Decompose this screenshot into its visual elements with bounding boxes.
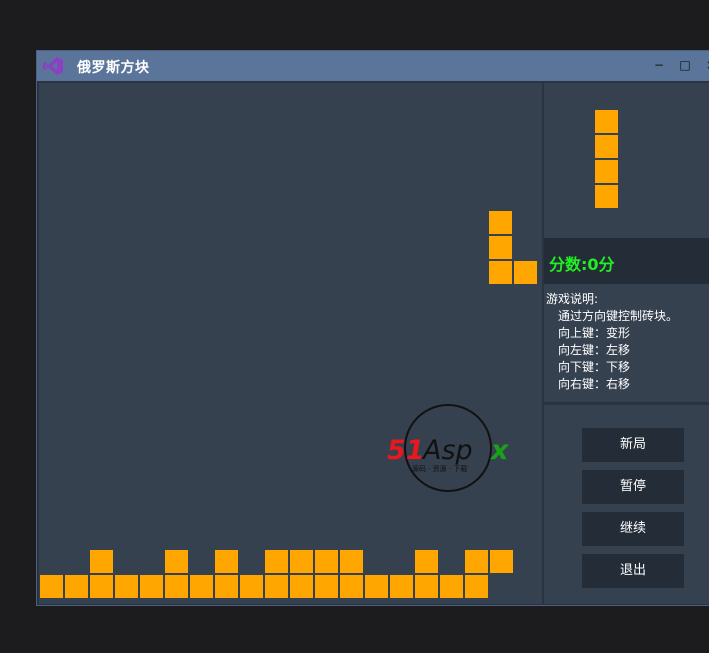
block-cell <box>290 550 313 573</box>
close-button[interactable]: × <box>701 55 709 75</box>
maximize-button[interactable]: □ <box>675 55 695 75</box>
new-game-button[interactable]: 新局 <box>582 428 684 462</box>
block-cell <box>340 550 363 573</box>
visual-studio-icon <box>43 57 63 75</box>
pause-button[interactable]: 暂停 <box>582 470 684 504</box>
block-cell <box>340 575 363 598</box>
help-line-intro: 通过方向键控制砖块。 <box>558 309 679 323</box>
falling-piece-cell <box>489 211 512 234</box>
title-bar[interactable]: 俄罗斯方块 − □ × <box>37 51 709 81</box>
block-cell <box>465 550 488 573</box>
block-cell <box>415 550 438 573</box>
block-cell <box>115 575 138 598</box>
help-panel: 游戏说明: 通过方向键控制砖块。 向上键：变形 向左键：左移 向下键：下移 向右… <box>544 284 709 402</box>
help-line-down: 向下键：下移 <box>558 360 631 374</box>
block-cell <box>465 575 488 598</box>
help-line-right: 向右键：右移 <box>558 377 631 391</box>
block-cell <box>315 575 338 598</box>
falling-piece-cell <box>514 261 537 284</box>
block-cell <box>215 575 238 598</box>
svg-text:51: 51 <box>387 435 425 466</box>
next-piece-cell <box>595 160 618 183</box>
game-window: 俄罗斯方块 − □ × 51 Asp x 源码 · 资源 · 下载 分数:0分 … <box>36 50 709 606</box>
block-cell <box>65 575 88 598</box>
control-panel: 新局 暂停 继续 退出 <box>544 405 709 604</box>
block-cell <box>215 550 238 573</box>
block-cell <box>490 550 513 573</box>
help-line-up: 向上键：变形 <box>558 326 631 340</box>
help-line-left: 向左键：左移 <box>558 343 631 357</box>
block-cell <box>265 550 288 573</box>
svg-text:x: x <box>489 435 510 466</box>
resume-button[interactable]: 继续 <box>582 512 684 546</box>
score-panel: 分数:0分 <box>544 238 709 284</box>
block-cell <box>315 550 338 573</box>
help-title: 游戏说明: <box>546 292 599 306</box>
block-cell <box>40 575 63 598</box>
svg-text:源码 · 资源 · 下载: 源码 · 资源 · 下载 <box>412 464 467 473</box>
svg-text:Asp: Asp <box>421 435 473 466</box>
score-label: 分数:0分 <box>549 255 615 274</box>
falling-piece-cell <box>489 236 512 259</box>
block-cell <box>265 575 288 598</box>
block-cell <box>90 575 113 598</box>
block-cell <box>190 575 213 598</box>
exit-button[interactable]: 退出 <box>582 554 684 588</box>
block-cell <box>165 575 188 598</box>
block-cell <box>165 550 188 573</box>
next-piece-preview <box>544 83 709 238</box>
next-piece-cell <box>595 110 618 133</box>
block-cell <box>390 575 413 598</box>
game-board[interactable]: 51 Asp x 源码 · 资源 · 下载 <box>39 83 542 604</box>
block-cell <box>240 575 263 598</box>
window-title: 俄罗斯方块 <box>77 60 150 76</box>
block-cell <box>290 575 313 598</box>
block-cell <box>90 550 113 573</box>
logo-51aspx: 51 Asp x 源码 · 资源 · 下载 <box>387 404 510 492</box>
block-cell <box>440 575 463 598</box>
block-cell <box>365 575 388 598</box>
minimize-button[interactable]: − <box>649 55 669 75</box>
next-piece-cell <box>595 185 618 208</box>
block-cell <box>140 575 163 598</box>
falling-piece-cell <box>489 261 512 284</box>
block-cell <box>415 575 438 598</box>
next-piece-cell <box>595 135 618 158</box>
